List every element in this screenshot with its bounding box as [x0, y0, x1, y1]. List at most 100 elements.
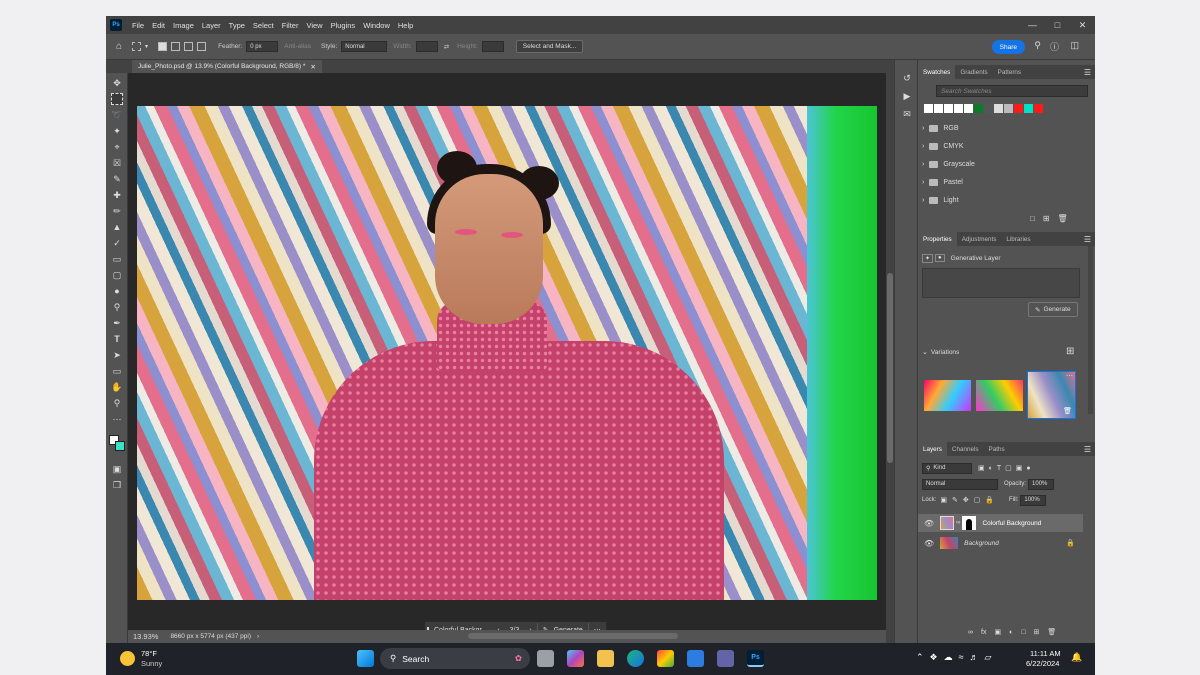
prompt-input[interactable]: [922, 268, 1080, 298]
clock-date[interactable]: 6/22/2024: [1026, 659, 1059, 668]
dodge-tool-icon[interactable]: ⚲: [111, 301, 123, 313]
opacity-input[interactable]: 100%: [1028, 478, 1055, 490]
grid-view-icon[interactable]: ⊞: [1066, 346, 1074, 357]
swatch-group-light[interactable]: › Light: [922, 194, 959, 206]
crop-tool-icon[interactable]: ⌖: [111, 141, 123, 153]
minimize-icon[interactable]: —: [1020, 16, 1045, 34]
type-tool-icon[interactable]: T: [111, 333, 123, 345]
history-brush-icon[interactable]: ✓: [111, 237, 123, 249]
intersect-selection-icon[interactable]: [197, 42, 207, 51]
vertical-scrollbar[interactable]: [886, 73, 894, 643]
menu-window[interactable]: Window: [359, 21, 394, 30]
menu-type[interactable]: Type: [225, 21, 249, 30]
hand-tool-icon[interactable]: ✋: [111, 381, 123, 393]
tab-adjustments[interactable]: Adjustments: [957, 232, 1002, 246]
quick-mask-icon[interactable]: ▣: [111, 463, 123, 475]
menu-view[interactable]: View: [302, 21, 326, 30]
workspace-icon[interactable]: ◫: [1070, 40, 1079, 51]
move-tool-icon[interactable]: ✥: [111, 77, 123, 89]
notification-bell-icon[interactable]: 🔔: [1071, 652, 1082, 663]
color-swatch[interactable]: [924, 104, 933, 113]
feather-input[interactable]: 0 px: [246, 41, 279, 52]
new-swatch-icon[interactable]: ⊞: [1043, 214, 1050, 223]
color-swatch[interactable]: [974, 104, 983, 113]
visibility-eye-icon[interactable]: 👁: [924, 539, 934, 548]
menu-plugins[interactable]: Plugins: [327, 21, 360, 30]
variation-thumbnail-1[interactable]: [924, 380, 971, 411]
clone-stamp-icon[interactable]: ▲: [111, 221, 123, 233]
swatches-search-input[interactable]: Search Swatches: [936, 85, 1088, 97]
color-swatch[interactable]: [984, 104, 993, 113]
close-icon[interactable]: ✕: [1070, 16, 1095, 34]
tab-swatches[interactable]: Swatches: [918, 65, 956, 79]
antialias-checkbox[interactable]: Anti-alias: [284, 43, 311, 50]
color-swatch[interactable]: [1004, 104, 1013, 113]
delete-icon[interactable]: 🗑: [1063, 407, 1072, 415]
variation-thumbnail-3[interactable]: ⋯ 🗑: [1027, 371, 1076, 419]
maximize-icon[interactable]: □: [1045, 16, 1070, 34]
layer-kind-filter[interactable]: ⚲ Kind: [922, 462, 972, 474]
swap-icon[interactable]: ⇄: [444, 43, 449, 51]
weather-condition[interactable]: Sunny: [141, 659, 162, 668]
delete-icon[interactable]: 🗑: [1058, 214, 1068, 223]
chevron-right-icon[interactable]: ›: [922, 179, 924, 186]
temperature[interactable]: 78°F: [141, 649, 157, 658]
blend-mode-select[interactable]: Normal: [922, 478, 998, 490]
select-and-mask-button[interactable]: Select and Mask...: [515, 40, 584, 53]
panel-menu-icon[interactable]: ☰: [1084, 68, 1091, 77]
subtract-selection-icon[interactable]: [184, 42, 194, 51]
more-options-icon[interactable]: ⋯: [1066, 372, 1073, 380]
object-selection-icon[interactable]: ✦: [111, 125, 123, 137]
actions-play-icon[interactable]: ▶: [901, 90, 913, 102]
brush-tool-icon[interactable]: ✏: [111, 205, 123, 217]
tab-patterns[interactable]: Patterns: [993, 65, 1026, 79]
variation-thumbnail-2[interactable]: [976, 380, 1023, 411]
layer-filter-icons[interactable]: ▣◐T▢▣●: [978, 464, 1035, 472]
panel-menu-icon[interactable]: ☰: [1084, 235, 1091, 244]
chevron-down-icon[interactable]: ⌄: [922, 348, 928, 356]
menu-help[interactable]: Help: [394, 21, 417, 30]
delete-icon[interactable]: 🗑: [1047, 628, 1056, 636]
fx-icon[interactable]: fx: [981, 629, 986, 636]
variations-header[interactable]: ⌄ Variations: [922, 346, 959, 358]
clock-time[interactable]: 11:11 AM: [1030, 649, 1061, 658]
swatch-group-rgb[interactable]: › RGB: [922, 122, 959, 134]
layer-row-colorful-background[interactable]: 👁 ∞ Colorful Background: [918, 514, 1083, 532]
edge-icon[interactable]: [627, 650, 644, 667]
new-layer-icon[interactable]: ⊞: [1034, 628, 1040, 636]
horizontal-scrollbar[interactable]: [468, 633, 678, 639]
teams-icon[interactable]: [717, 650, 734, 667]
panel-menu-icon[interactable]: ☰: [1084, 445, 1091, 454]
visibility-eye-icon[interactable]: 👁: [924, 519, 934, 528]
tab-paths[interactable]: Paths: [984, 442, 1010, 456]
adjustment-layer-icon[interactable]: ◐: [1009, 629, 1013, 636]
weather-sun-icon[interactable]: [120, 651, 135, 666]
chevron-right-icon[interactable]: ›: [922, 197, 924, 204]
chevron-down-icon[interactable]: ▾: [145, 43, 148, 50]
comments-icon[interactable]: ✉: [901, 108, 913, 120]
menu-select[interactable]: Select: [249, 21, 278, 30]
new-group-icon[interactable]: □: [1021, 629, 1025, 636]
frame-tool-icon[interactable]: ☒: [111, 157, 123, 169]
color-swatch[interactable]: [934, 104, 943, 113]
height-input[interactable]: [481, 41, 504, 52]
marquee-tool-icon[interactable]: [111, 93, 123, 105]
color-swatch[interactable]: [954, 104, 963, 113]
document-tab[interactable]: Julie_Photo.psd @ 13.9% (Colorful Backgr…: [132, 60, 322, 73]
menu-layer[interactable]: Layer: [198, 21, 225, 30]
status-chevron-icon[interactable]: ›: [257, 633, 259, 640]
properties-scrollbar[interactable]: [1088, 246, 1093, 414]
eraser-icon[interactable]: ▭: [111, 253, 123, 265]
screen-mode-icon[interactable]: ❒: [111, 479, 123, 491]
color-swatch[interactable]: [994, 104, 1003, 113]
width-input[interactable]: [415, 41, 438, 52]
zoom-tool-icon[interactable]: ⚲: [111, 397, 123, 409]
new-selection-icon[interactable]: [158, 42, 168, 51]
start-icon[interactable]: [357, 650, 374, 667]
tab-layers[interactable]: Layers: [918, 442, 947, 456]
menu-image[interactable]: Image: [169, 21, 198, 30]
layer-row-background[interactable]: 👁 Background 🔒: [918, 534, 1083, 552]
marquee-preset-icon[interactable]: [132, 42, 142, 51]
zoom-level[interactable]: 13.93%: [133, 632, 158, 641]
lock-icons[interactable]: ▣✎✥▢🔒: [940, 496, 999, 504]
